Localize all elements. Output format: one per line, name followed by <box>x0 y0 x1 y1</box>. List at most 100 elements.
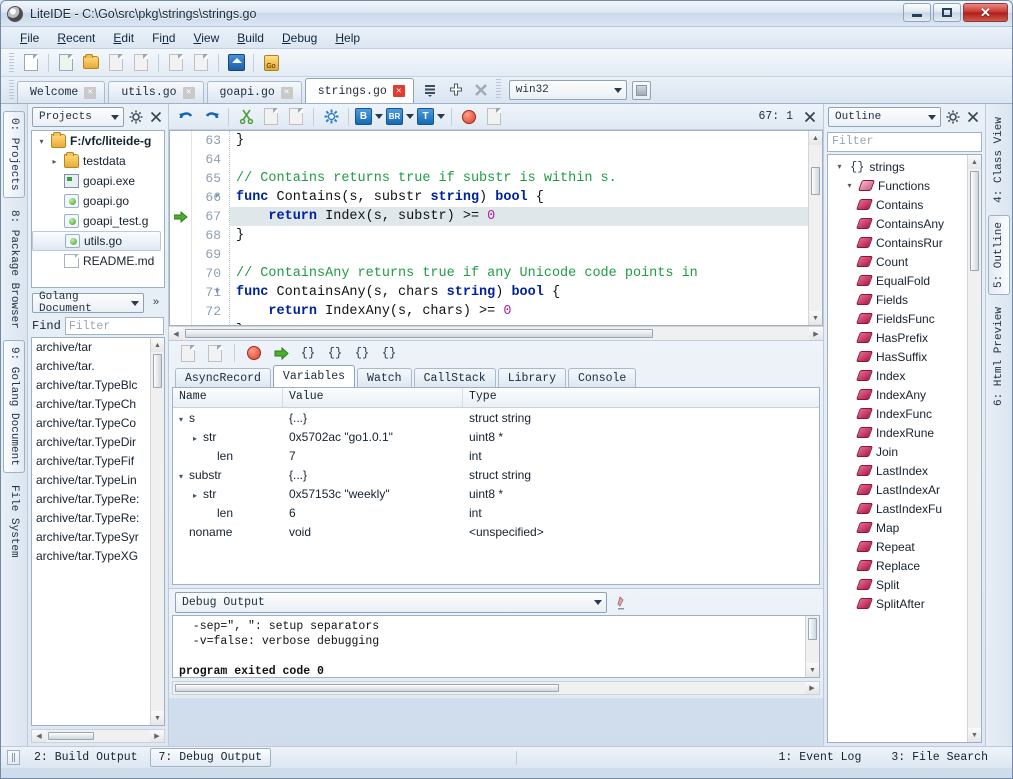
twisty-icon[interactable]: ▾ <box>834 162 845 171</box>
debug-tab-library[interactable]: Library <box>498 368 566 387</box>
menu-item-find[interactable]: Find <box>143 29 184 47</box>
outline-group-item[interactable]: ▾Functions <box>828 176 967 195</box>
open-folder-icon[interactable] <box>80 52 102 74</box>
outline-scroll-down-arrow[interactable]: ▼ <box>968 728 981 742</box>
hscroll-thumb[interactable] <box>48 732 94 740</box>
project-tree-item[interactable]: ▸testdata <box>32 151 164 171</box>
output-vscrollbar[interactable]: ▼ <box>805 616 819 677</box>
golang-document-item[interactable]: archive/tar.TypeRe: <box>32 490 150 509</box>
build-run-icon[interactable]: BR <box>386 108 403 125</box>
editor-code-line[interactable]: func Contains(s, substr string) bool { <box>230 188 808 207</box>
outline-function-item[interactable]: Replace <box>828 556 967 575</box>
editor-hscrollbar[interactable]: ◀ ▶ <box>169 326 823 340</box>
editor-line-marker[interactable] <box>170 226 191 245</box>
scroll-thumb[interactable] <box>153 354 162 388</box>
hide-debug-icon[interactable] <box>204 342 226 364</box>
run-to-line-icon[interactable]: {} <box>378 342 400 364</box>
golang-document-item[interactable]: archive/tar.TypeBlc <box>32 376 150 395</box>
editor-line-marker[interactable] <box>170 207 191 226</box>
golang-document-hscrollbar[interactable]: ◀ ▶ <box>31 729 165 743</box>
twisty-icon[interactable]: ▾ <box>844 181 855 190</box>
outline-function-item[interactable]: ContainsAny <box>828 214 967 233</box>
outline-combo[interactable]: Outline <box>828 107 941 127</box>
stop-debug-icon[interactable] <box>243 342 265 364</box>
editor-code-line[interactable]: return IndexAny(s, chars) >= 0 <box>230 302 808 321</box>
status-button-1-event-log[interactable]: 1: Event Log <box>771 749 870 766</box>
outline-root-item[interactable]: ▾{}strings <box>828 157 967 176</box>
step-into-icon[interactable]: {} <box>324 342 346 364</box>
toolbar-grip[interactable] <box>9 53 14 73</box>
menu-item-edit[interactable]: Edit <box>104 29 143 47</box>
editor-code-line[interactable]: func ContainsAny(s, chars string) bool { <box>230 283 808 302</box>
scroll-left-arrow[interactable]: ◀ <box>32 730 46 742</box>
editor-line-marker[interactable] <box>170 302 191 321</box>
outline-function-item[interactable]: Split <box>828 575 967 594</box>
scroll-down-arrow[interactable]: ▼ <box>151 711 164 725</box>
new-file-icon[interactable] <box>20 52 42 74</box>
fold-marker-icon[interactable] <box>216 289 220 293</box>
twisty-icon[interactable]: ▾ <box>36 137 47 146</box>
outline-filter-input[interactable]: Filter <box>827 132 982 152</box>
rail-tab-4-class-view[interactable]: 4: Class View <box>989 111 1009 209</box>
outline-function-item[interactable]: LastIndex <box>828 461 967 480</box>
build-chevron-down-icon[interactable] <box>375 114 383 119</box>
close-all-icon[interactable] <box>471 80 491 100</box>
outline-scroll-up-arrow[interactable]: ▲ <box>968 155 981 169</box>
project-tree-item[interactable]: README.md <box>32 251 164 271</box>
rail-tab-8-package-browser[interactable]: 8: Package Browser <box>4 204 24 335</box>
menu-item-file[interactable]: File <box>11 29 48 47</box>
undo-icon[interactable] <box>175 106 197 128</box>
tab-list-icon[interactable] <box>421 80 441 100</box>
table-row[interactable]: ▾s{...}struct string <box>173 408 819 427</box>
build-target-combo[interactable]: win32 <box>509 80 627 100</box>
debug-tab-watch[interactable]: Watch <box>357 368 412 387</box>
outline-scroll-thumb[interactable] <box>970 171 979 271</box>
export-icon[interactable] <box>483 106 505 128</box>
show-debug-icon[interactable] <box>177 342 199 364</box>
debug-tab-variables[interactable]: Variables <box>273 365 355 387</box>
status-button-7-debug-output[interactable]: 7: Debug Output <box>150 748 272 767</box>
golang-document-item[interactable]: archive/tar.TypeDir <box>32 433 150 452</box>
scroll-right-arrow[interactable]: ▶ <box>150 730 164 742</box>
twisty-icon[interactable]: ▸ <box>193 434 203 443</box>
document-tab-strings-go[interactable]: strings.go✕ <box>305 78 414 103</box>
close-tab-icon[interactable]: ✕ <box>281 87 293 99</box>
project-tree-item[interactable]: goapi.exe <box>32 171 164 191</box>
outline-function-item[interactable]: Map <box>828 518 967 537</box>
table-row[interactable]: len6int <box>173 503 819 522</box>
editor-code-line[interactable]: // ContainsAny returns true if any Unico… <box>230 264 808 283</box>
twisty-icon[interactable]: ▾ <box>179 472 189 481</box>
editor-line-marker[interactable] <box>170 283 191 302</box>
editor-scroll-right-arrow[interactable]: ▶ <box>809 327 823 340</box>
outline-function-item[interactable]: ContainsRur <box>828 233 967 252</box>
twisty-icon[interactable]: ▸ <box>193 491 203 500</box>
home-icon[interactable] <box>225 52 247 74</box>
table-row[interactable]: ▸str0x57153c "weekly"uint8 * <box>173 484 819 503</box>
rail-tab-0-projects[interactable]: 0: Projects <box>3 111 25 198</box>
editor-hscroll-thumb[interactable] <box>185 329 653 338</box>
rail-tab-6-html-preview[interactable]: 6: Html Preview <box>989 301 1009 412</box>
editor-code-line[interactable]: } <box>230 226 808 245</box>
document-tab-utils-go[interactable]: utils.go✕ <box>108 81 203 103</box>
outline-function-item[interactable]: LastIndexFu <box>828 499 967 518</box>
menu-item-recent[interactable]: Recent <box>48 29 104 47</box>
golang-document-item[interactable]: archive/tar.TypeSyr <box>32 528 150 547</box>
output-scroll-right-arrow[interactable]: ▶ <box>805 682 819 694</box>
editor-scroll-up-arrow[interactable]: ▲ <box>809 131 822 145</box>
output-scroll-down-arrow[interactable]: ▼ <box>806 663 819 677</box>
outline-function-item[interactable]: HasPrefix <box>828 328 967 347</box>
step-out-icon[interactable]: {} <box>351 342 373 364</box>
outline-function-item[interactable]: IndexRune <box>828 423 967 442</box>
menu-item-help[interactable]: Help <box>326 29 369 47</box>
project-tree[interactable]: ▾F:/vfc/liteide-g▸testdatagoapi.exegoapi… <box>31 130 165 288</box>
outline-tree[interactable]: ▾{}strings▾FunctionsContainsContainsAnyC… <box>827 154 982 743</box>
outline-function-item[interactable]: SplitAfter <box>828 594 967 613</box>
close-tab-icon[interactable]: ✕ <box>183 87 195 99</box>
fold-marker-icon[interactable] <box>216 194 220 198</box>
clear-output-icon[interactable] <box>613 594 629 610</box>
menu-item-view[interactable]: View <box>184 29 228 47</box>
output-text-area[interactable]: -sep=", ": setup separators -v=false: ve… <box>172 615 820 678</box>
output-hscrollbar[interactable]: ▶ <box>172 681 820 695</box>
build-icon[interactable]: B <box>355 108 372 125</box>
project-tree-item[interactable]: goapi.go <box>32 191 164 211</box>
